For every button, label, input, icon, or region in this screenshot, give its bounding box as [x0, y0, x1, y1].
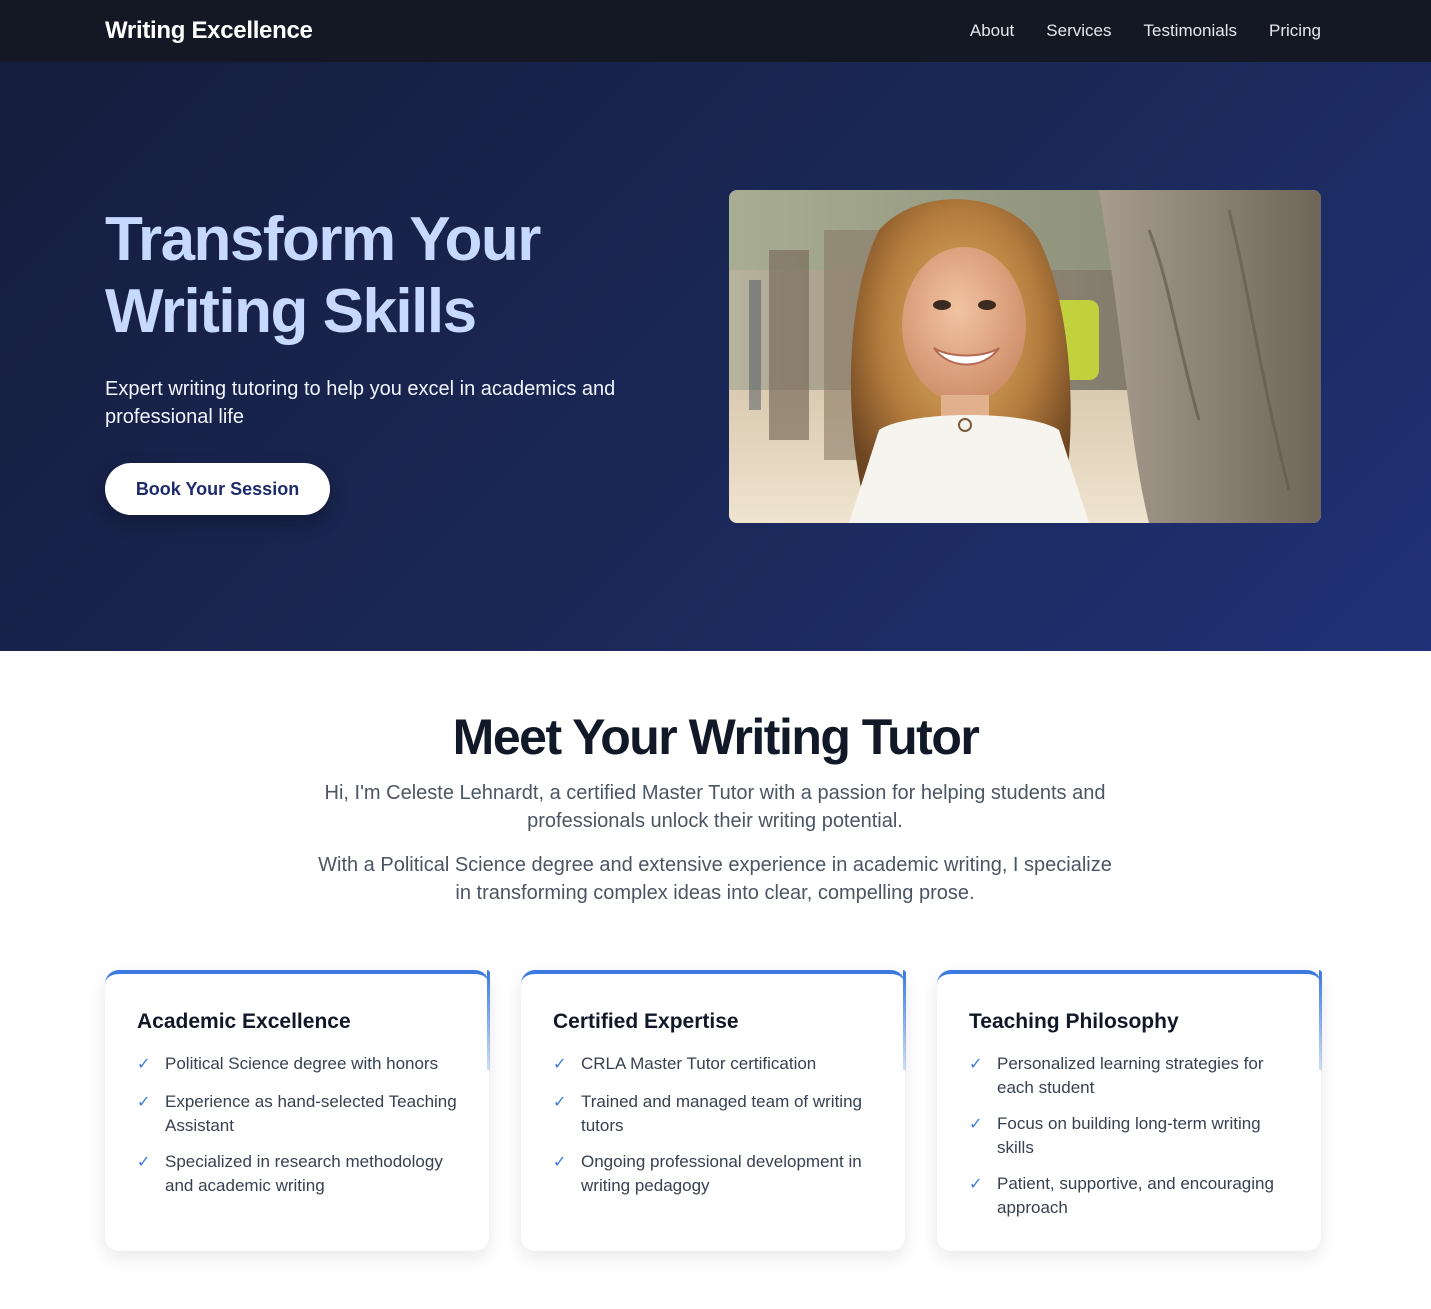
list-item: ✓ Focus on building long-term writing ski… — [969, 1112, 1291, 1160]
list-item-text: Ongoing professional development in writ… — [581, 1152, 862, 1195]
card-title: Certified Expertise — [553, 1010, 739, 1033]
check-icon: ✓ — [553, 1094, 567, 1111]
tutor-photo — [729, 190, 1321, 523]
check-icon: ✓ — [969, 1176, 983, 1193]
list-item-text: Focus on building long-term writing skil… — [997, 1114, 1261, 1157]
check-icon: ✓ — [137, 1056, 151, 1073]
book-session-button[interactable]: Book Your Session — [105, 463, 330, 515]
card-list: ✓ Personalized learning strategies for ea… — [969, 1052, 1291, 1220]
list-item-text: Experience as hand-selected Teaching Ass… — [165, 1092, 457, 1135]
check-icon: ✓ — [969, 1116, 983, 1133]
nav-link-about[interactable]: About — [970, 21, 1014, 41]
intro-text: Hi, I'm Celeste Lehnardt, a certified Ma… — [324, 782, 1106, 832]
list-item-text: Personalized learning strategies for eac… — [997, 1054, 1264, 1097]
card-certified-expertise: Certified Expertise ✓ CRLA Master Tutor c… — [521, 970, 906, 1251]
nav-link-testimonials[interactable]: Testimonials — [1143, 21, 1237, 41]
nav-link-services[interactable]: Services — [1046, 21, 1111, 41]
tutor-photo-illustration — [729, 190, 1321, 523]
check-icon: ✓ — [553, 1154, 567, 1171]
list-item: ✓ CRLA Master Tutor certification — [553, 1052, 875, 1078]
card-list: ✓ Political Science degree with honors ✓ E… — [137, 1052, 459, 1198]
hero-section: Transform Your Writing Skills Expert wri… — [0, 62, 1431, 651]
card-academic-excellence: Academic Excellence ✓ Political Science d… — [105, 970, 490, 1251]
list-item-text: CRLA Master Tutor certification — [581, 1054, 817, 1073]
hero-subtitle: Expert writing tutoring to help you exce… — [105, 378, 616, 428]
list-item: ✓ Political Science degree with honors — [137, 1052, 459, 1078]
check-icon: ✓ — [137, 1094, 151, 1111]
brand-logo[interactable]: Writing Excellence — [105, 17, 313, 45]
list-item: ✓ Ongoing professional development in wri… — [553, 1150, 875, 1198]
list-item: ✓ Personalized learning strategies for ea… — [969, 1052, 1291, 1100]
top-nav: Writing Excellence About Services Testim… — [0, 0, 1431, 62]
list-item-text: Specialized in research methodology and … — [165, 1152, 443, 1195]
card-teaching-philosophy: Teaching Philosophy ✓ Personalized learni… — [937, 970, 1322, 1251]
list-item: ✓ Patient, supportive, and encouraging ap… — [969, 1172, 1291, 1220]
card-title: Teaching Philosophy — [969, 1010, 1179, 1033]
hero-title: Transform Your Writing Skills — [105, 205, 541, 346]
list-item-text: Patient, supportive, and encouraging app… — [997, 1174, 1274, 1217]
check-icon: ✓ — [553, 1056, 567, 1073]
check-icon: ✓ — [969, 1056, 983, 1073]
list-item: ✓ Trained and managed team of writing tut… — [553, 1090, 875, 1138]
nav-links: About Services Testimonials Pricing — [970, 21, 1321, 41]
detail-text: With a Political Science degree and exte… — [318, 854, 1112, 904]
list-item-text: Political Science degree with honors — [165, 1054, 439, 1073]
list-item: ✓ Experience as hand-selected Teaching As… — [137, 1090, 459, 1138]
card-title: Academic Excellence — [137, 1010, 351, 1033]
list-item: ✓ Specialized in research methodology and… — [137, 1150, 459, 1198]
check-icon: ✓ — [137, 1154, 151, 1171]
nav-link-pricing[interactable]: Pricing — [1269, 21, 1321, 41]
list-item-text: Trained and managed team of writing tuto… — [581, 1092, 862, 1135]
card-list: ✓ CRLA Master Tutor certification ✓ Traine… — [553, 1052, 875, 1198]
section-title: Meet Your Writing Tutor — [452, 709, 980, 765]
